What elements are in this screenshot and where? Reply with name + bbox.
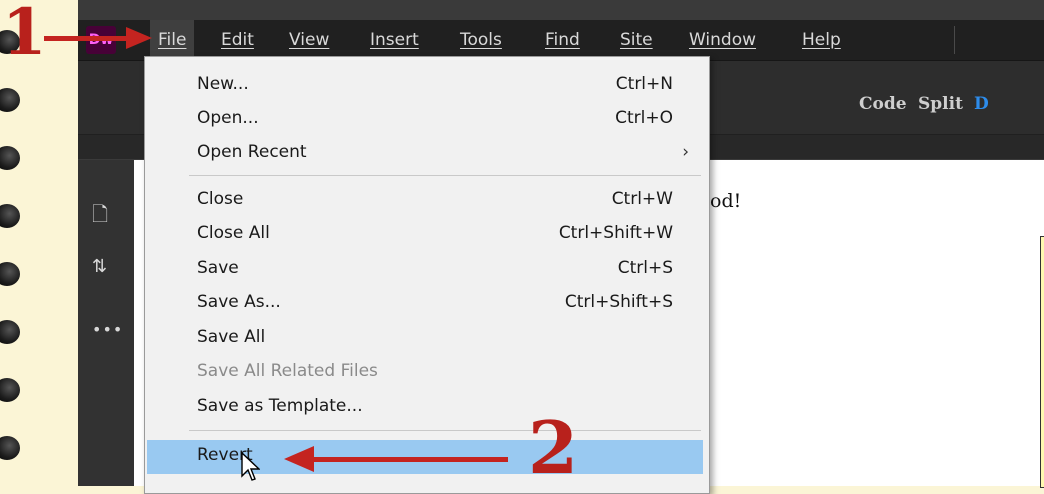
menu-item-close-all[interactable]: Close All Ctrl+Shift+W (145, 218, 709, 252)
menu-tools[interactable]: Tools (460, 20, 502, 60)
step-number-1: 1 (2, 0, 47, 70)
menu-separator (189, 430, 701, 431)
menu-separator (189, 175, 701, 176)
annotation-arrow-1 (44, 36, 134, 41)
menu-item-shortcut: Ctrl+Shift+W (558, 223, 673, 243)
code-view-button[interactable]: Code (859, 94, 907, 114)
mouse-cursor-icon (241, 452, 260, 481)
yellow-note-box (1040, 236, 1044, 488)
left-tool-panel: 🗋 ⇅ ••• (78, 160, 134, 486)
menu-item-save-as[interactable]: Save As... Ctrl+Shift+S (145, 287, 709, 321)
menu-item-label: Open Recent (197, 142, 307, 162)
ring (0, 88, 20, 112)
menu-insert[interactable]: Insert (370, 20, 419, 60)
ring (0, 378, 20, 402)
menu-edit[interactable]: Edit (221, 20, 254, 60)
design-view-button[interactable]: D (974, 94, 989, 114)
ring (0, 262, 20, 286)
menu-view[interactable]: View (289, 20, 329, 60)
ring (0, 320, 20, 344)
ring (0, 204, 20, 228)
menu-item-shortcut: Ctrl+N (615, 74, 673, 94)
menu-help[interactable]: Help (802, 20, 841, 60)
menu-item-label: Close All (197, 223, 270, 243)
menu-item-label: Save All Related Files (197, 361, 378, 381)
menu-window[interactable]: Window (689, 20, 756, 60)
split-view-button[interactable]: Split (918, 94, 963, 114)
more-icon[interactable]: ••• (92, 320, 123, 339)
menu-item-shortcut: Ctrl+W (611, 189, 673, 209)
file-icon[interactable]: 🗋 (92, 200, 108, 234)
menu-item-save-all-related-files: Save All Related Files (145, 356, 709, 390)
menu-item-label: Close (197, 189, 244, 209)
file-menu-dropdown: New... Ctrl+N Open... Ctrl+O Open Recent… (144, 56, 710, 494)
menu-item-label: Save as Template... (197, 396, 363, 416)
menu-item-save-as-template[interactable]: Save as Template... (145, 391, 709, 425)
menu-item-shortcut: Ctrl+S (617, 258, 673, 278)
sort-arrows-icon[interactable]: ⇅ (92, 256, 107, 277)
menu-item-label: Open... (197, 108, 259, 128)
ring (0, 146, 20, 170)
menu-item-new[interactable]: New... Ctrl+N (145, 69, 709, 103)
arrow-head-right-icon (126, 27, 152, 49)
menu-bar: File Edit View Insert Tools Find Site Wi… (78, 20, 1044, 61)
menu-item-label: New... (197, 74, 249, 94)
ring (0, 436, 20, 460)
menu-item-open-recent[interactable]: Open Recent › (145, 137, 709, 171)
menu-file[interactable]: File (150, 20, 195, 60)
menu-item-label: Save As... (197, 292, 281, 312)
menu-find[interactable]: Find (545, 20, 580, 60)
menu-item-label: Save (197, 258, 239, 278)
step-number-2: 2 (528, 405, 579, 490)
menu-separator (954, 26, 955, 54)
menu-item-open[interactable]: Open... Ctrl+O (145, 103, 709, 137)
menu-item-close[interactable]: Close Ctrl+W (145, 184, 709, 218)
menu-site[interactable]: Site (620, 20, 653, 60)
menu-item-label: Save All (197, 327, 266, 347)
document-text: od! (710, 190, 742, 212)
chevron-right-icon: › (682, 142, 689, 162)
menu-item-shortcut: Ctrl+Shift+S (564, 292, 673, 312)
annotation-arrow-2 (308, 457, 508, 462)
menu-item-save[interactable]: Save Ctrl+S (145, 253, 709, 287)
menu-item-shortcut: Ctrl+O (615, 108, 673, 128)
menu-item-save-all[interactable]: Save All (145, 322, 709, 356)
